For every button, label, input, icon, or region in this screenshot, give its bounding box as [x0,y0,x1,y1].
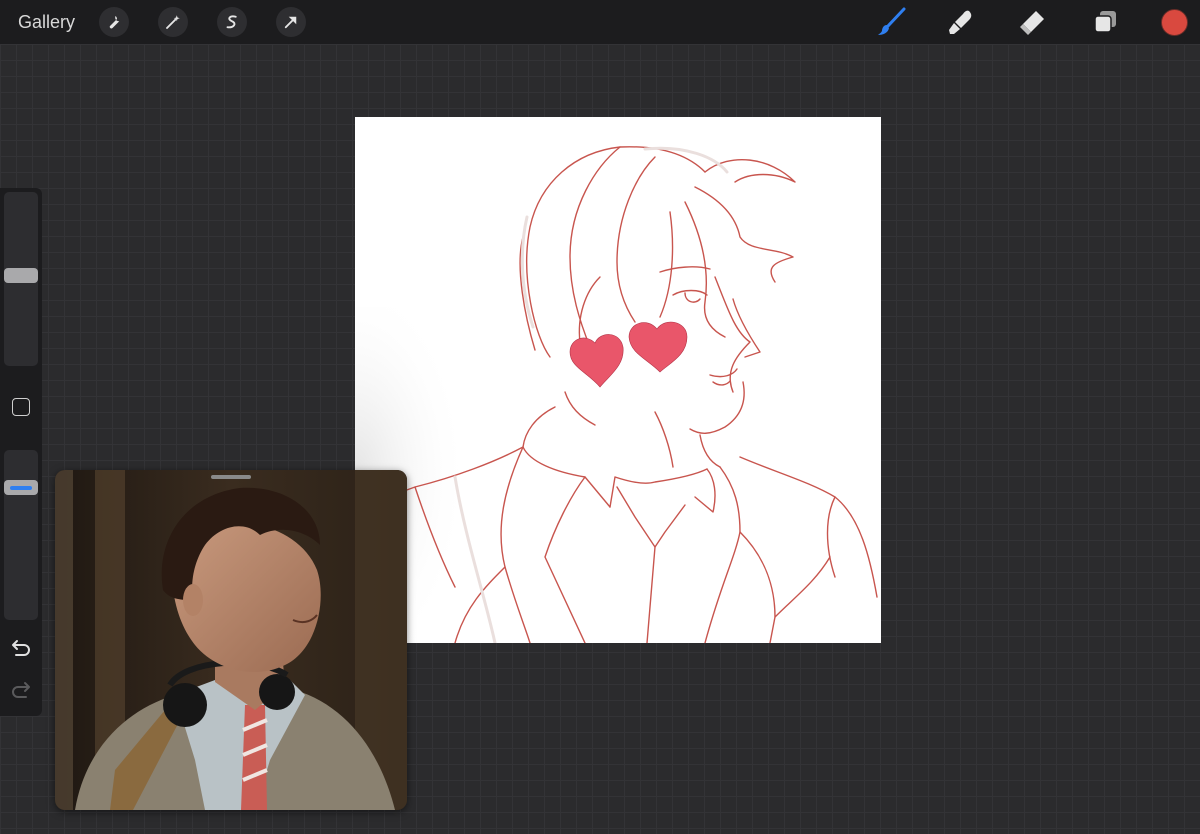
smudge-icon [949,10,972,34]
brush-opacity-thumb[interactable] [4,480,38,495]
brush-size-slider[interactable] [4,192,38,366]
brush-size-thumb[interactable] [4,268,38,283]
adjustments-button[interactable] [158,7,188,37]
brush-icon [878,7,906,35]
smudge-tool-button[interactable] [946,7,976,37]
side-toolbar [0,188,42,716]
transform-arrow-icon [284,16,297,29]
redo-icon[interactable] [10,680,32,698]
eraser-tool-button[interactable] [1017,7,1047,37]
layers-icon [1094,11,1116,33]
selection-button[interactable] [217,7,247,37]
gallery-button[interactable]: Gallery [18,12,75,33]
reference-photo [55,470,407,810]
wrench-icon [109,16,120,29]
reference-window[interactable] [55,470,407,810]
color-picker-button[interactable] [1161,9,1188,36]
reference-drag-handle[interactable] [211,475,251,479]
magic-wand-icon [166,15,180,29]
heart-sticker [628,321,688,373]
transform-button[interactable] [276,7,306,37]
selection-icon [226,15,237,29]
undo-icon[interactable] [10,638,32,656]
brush-tool-button[interactable] [876,7,906,37]
actions-button[interactable] [99,7,129,37]
line-art-drawing [355,146,878,643]
modify-square-icon[interactable] [12,398,30,416]
eraser-icon [1020,11,1044,35]
heart-sticker [569,334,624,388]
drawing-canvas[interactable] [355,117,881,643]
brush-opacity-slider[interactable] [4,450,38,620]
layers-button[interactable] [1090,7,1120,37]
top-toolbar: Gallery [0,0,1200,44]
